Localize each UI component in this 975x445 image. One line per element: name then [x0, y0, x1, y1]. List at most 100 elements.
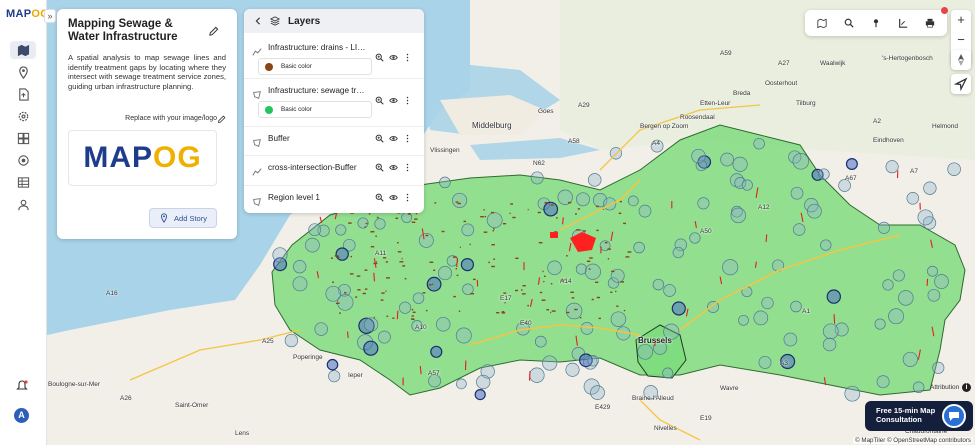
- buffer-zone[interactable]: [437, 266, 453, 281]
- buffer-zone[interactable]: [377, 330, 391, 344]
- drain-segment[interactable]: [493, 228, 495, 230]
- drain-segment[interactable]: [364, 269, 368, 271]
- drain-segment[interactable]: [574, 308, 578, 311]
- drain-segment[interactable]: [515, 289, 518, 292]
- buffer-zone[interactable]: [565, 302, 583, 320]
- buffer-zone[interactable]: [689, 232, 701, 244]
- drain-segment[interactable]: [385, 261, 388, 263]
- drain-segment[interactable]: [512, 216, 516, 219]
- drain-segment[interactable]: [503, 292, 507, 294]
- basemap-icon[interactable]: [817, 18, 827, 28]
- buffer-zone[interactable]: [542, 355, 558, 371]
- buffer-zone[interactable]: [892, 269, 905, 282]
- drain-segment[interactable]: [337, 256, 340, 258]
- print-icon[interactable]: [925, 18, 935, 28]
- drain-segment[interactable]: [604, 242, 608, 244]
- buffer-zone[interactable]: [672, 246, 684, 259]
- buffer-zone[interactable]: [906, 192, 920, 205]
- drain-segment[interactable]: [370, 246, 375, 248]
- drain-segment[interactable]: [395, 217, 399, 219]
- drain-segment[interactable]: [591, 298, 594, 301]
- drain-segment[interactable]: [375, 235, 377, 237]
- drain-segment[interactable]: [579, 317, 582, 319]
- more-options-icon[interactable]: [403, 96, 412, 105]
- drain-segment[interactable]: [623, 222, 626, 225]
- intersection-segment[interactable]: [926, 278, 929, 286]
- more-options-icon[interactable]: [403, 53, 412, 62]
- buffer-zone[interactable]: [284, 333, 299, 348]
- drain-segment[interactable]: [434, 202, 437, 204]
- buffer-zone[interactable]: [912, 381, 925, 394]
- buffer-zone[interactable]: [792, 153, 810, 170]
- buffer-zone[interactable]: [455, 327, 472, 344]
- drain-segment[interactable]: [453, 295, 456, 298]
- buffer-zone[interactable]: [732, 156, 748, 172]
- drain-segment[interactable]: [509, 212, 511, 215]
- drain-segment[interactable]: [357, 289, 361, 291]
- drain-segment[interactable]: [595, 205, 599, 208]
- drain-segment[interactable]: [410, 318, 414, 320]
- buffer-zone[interactable]: [308, 223, 322, 237]
- buffer-zone[interactable]: [326, 358, 339, 371]
- back-chevron-icon[interactable]: [254, 17, 262, 25]
- drain-segment[interactable]: [422, 292, 426, 294]
- drain-segment[interactable]: [425, 309, 428, 312]
- drain-segment[interactable]: [397, 242, 399, 244]
- buffer-zone[interactable]: [758, 355, 772, 369]
- drain-segment[interactable]: [473, 278, 476, 281]
- marker-icon[interactable]: [871, 18, 881, 28]
- buffer-zone[interactable]: [633, 241, 645, 254]
- zoom-to-layer-icon[interactable]: [375, 53, 384, 62]
- buffer-zone[interactable]: [456, 378, 467, 390]
- intersection-segment[interactable]: [765, 234, 768, 242]
- drain-segment[interactable]: [399, 261, 404, 263]
- buffer-zone[interactable]: [923, 181, 937, 195]
- add-story-button[interactable]: Add Story: [149, 208, 217, 228]
- drain-segment[interactable]: [611, 270, 615, 273]
- drain-segment[interactable]: [483, 209, 485, 211]
- drain-segment[interactable]: [455, 201, 459, 203]
- drain-segment[interactable]: [381, 292, 385, 294]
- zoom-to-layer-icon[interactable]: [375, 163, 384, 172]
- drain-segment[interactable]: [386, 315, 389, 317]
- drain-segment[interactable]: [544, 202, 548, 204]
- buffer-zone[interactable]: [336, 294, 354, 311]
- drain-segment[interactable]: [458, 310, 461, 312]
- drain-segment[interactable]: [596, 296, 600, 299]
- drain-segment[interactable]: [496, 312, 500, 314]
- buffer-zone[interactable]: [753, 137, 765, 150]
- buffer-zone[interactable]: [314, 322, 328, 336]
- drain-segment[interactable]: [538, 242, 543, 244]
- drain-segment[interactable]: [456, 274, 459, 277]
- drain-segment[interactable]: [504, 302, 506, 304]
- drain-segment[interactable]: [376, 216, 379, 219]
- drain-segment[interactable]: [457, 202, 461, 205]
- drain-segment[interactable]: [515, 257, 519, 259]
- user-avatar[interactable]: A: [14, 408, 29, 423]
- more-options-icon[interactable]: [403, 134, 412, 143]
- drain-segment[interactable]: [370, 231, 374, 233]
- story-title[interactable]: Mapping Sewage & Water Infrastructure: [68, 18, 203, 44]
- buffer-zone[interactable]: [587, 355, 599, 367]
- drain-segment[interactable]: [488, 261, 490, 264]
- drain-segment[interactable]: [411, 308, 414, 311]
- zoom-to-layer-icon[interactable]: [375, 193, 384, 202]
- layers-grid-icon[interactable]: [10, 129, 36, 147]
- drain-segment[interactable]: [385, 290, 387, 292]
- drain-segment[interactable]: [380, 299, 384, 301]
- map-attribution[interactable]: © MapTiler © OpenStreetMap contributors: [853, 437, 973, 444]
- drain-segment[interactable]: [539, 291, 543, 294]
- visibility-eye-icon[interactable]: [389, 193, 398, 202]
- drain-segment[interactable]: [575, 213, 577, 215]
- drain-segment[interactable]: [415, 212, 418, 215]
- drain-segment[interactable]: [330, 257, 333, 259]
- buffer-zone[interactable]: [877, 221, 891, 234]
- drain-segment[interactable]: [568, 201, 572, 204]
- buffer-zone[interactable]: [807, 203, 822, 219]
- buffer-zone[interactable]: [738, 314, 749, 326]
- buffer-zone[interactable]: [452, 192, 468, 208]
- buffer-zone[interactable]: [474, 389, 486, 401]
- buffer-zone[interactable]: [547, 260, 562, 276]
- drain-segment[interactable]: [556, 217, 558, 219]
- buffer-zone[interactable]: [335, 247, 349, 261]
